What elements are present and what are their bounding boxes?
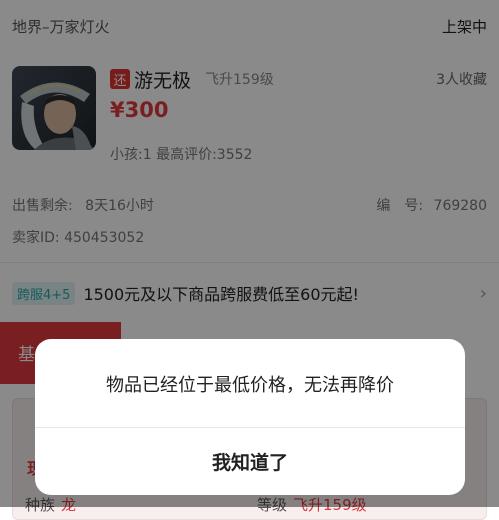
- confirm-button[interactable]: 我知道了: [35, 428, 465, 495]
- dialog-message: 物品已经位于最低价格，无法再降价: [106, 375, 394, 396]
- alert-dialog: 物品已经位于最低价格，无法再降价 我知道了: [35, 339, 465, 495]
